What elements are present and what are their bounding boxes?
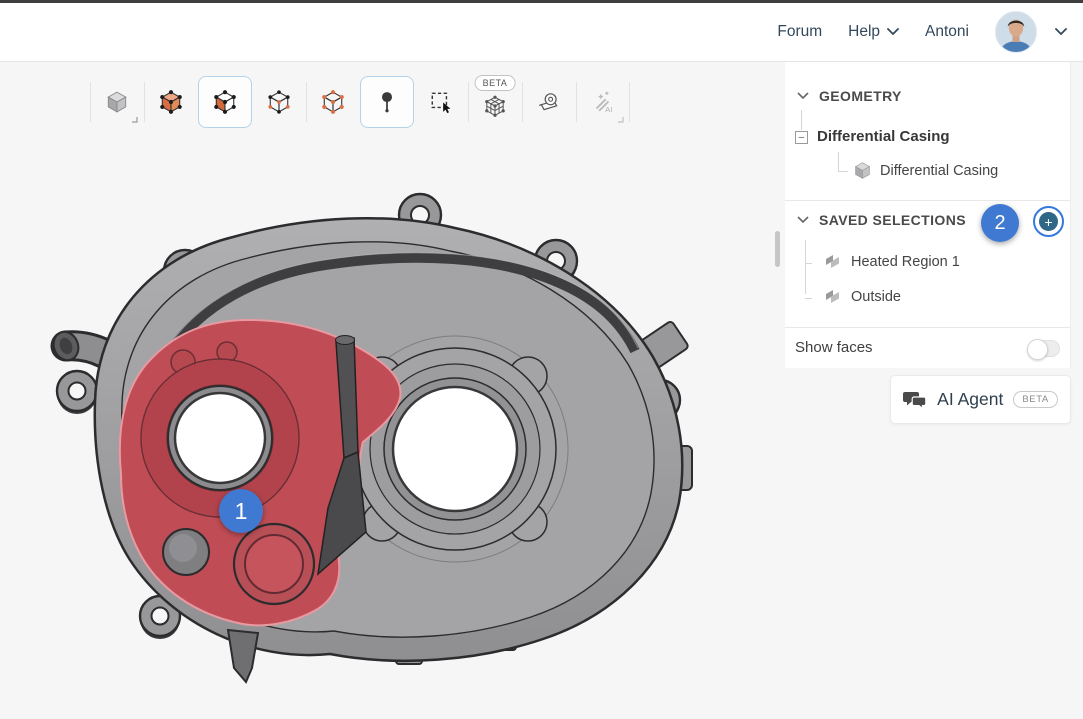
drain-tab[interactable]	[228, 630, 258, 682]
app-header: Forum Help Antoni	[0, 3, 1083, 62]
tree-connector	[805, 298, 812, 299]
toggle-knob	[1027, 339, 1048, 360]
hole-right[interactable]	[393, 387, 517, 511]
section-geometry[interactable]: GEOMETRY	[797, 88, 902, 104]
show-faces-label: Show faces	[795, 339, 873, 356]
model-differential-casing[interactable]	[0, 62, 785, 714]
expander-minus[interactable]: −	[795, 131, 808, 144]
geometry-title: GEOMETRY	[819, 88, 902, 104]
ai-agent-label: AI Agent	[937, 389, 1003, 410]
section-saved-selections[interactable]: SAVED SELECTIONS	[797, 212, 966, 228]
tree-connector	[838, 152, 839, 171]
tree-connector	[838, 171, 848, 172]
account-menu[interactable]	[1055, 23, 1067, 41]
tree-child-differential-casing[interactable]: Differential Casing	[853, 161, 998, 180]
panel-divider	[785, 200, 1070, 201]
tree-connector	[805, 263, 812, 264]
panel-resize-handle[interactable]	[775, 231, 780, 267]
hole-left[interactable]	[175, 393, 265, 483]
forum-link[interactable]: Forum	[777, 23, 822, 41]
panel-divider	[785, 327, 1070, 328]
ai-agent-button[interactable]: AI Agent BETA	[890, 375, 1071, 424]
faces-stack-icon	[823, 288, 843, 305]
scene-tree-panel: GEOMETRY − Differential Casing Different…	[785, 62, 1071, 368]
ai-agent-beta-badge: BETA	[1013, 391, 1058, 408]
help-menu[interactable]: Help	[848, 23, 899, 41]
annotation-step-1: 1	[219, 489, 263, 533]
tree-connector	[801, 110, 802, 130]
lower-boss[interactable]	[234, 524, 314, 604]
add-saved-selection-button[interactable]: +	[1033, 206, 1064, 237]
chevron-down-icon	[797, 216, 809, 224]
avatar-image	[996, 12, 1036, 52]
chevron-down-icon	[797, 92, 809, 100]
saved-selection-outside[interactable]: Outside	[823, 288, 901, 305]
plus-icon: +	[1039, 212, 1058, 231]
saved-selection-heated-region[interactable]: Heated Region 1	[823, 253, 960, 270]
avatar[interactable]	[995, 11, 1037, 53]
tree-root-differential-casing[interactable]: Differential Casing	[817, 128, 950, 145]
faces-stack-icon	[823, 253, 843, 270]
viewport-3d[interactable]	[0, 62, 785, 714]
chat-bubbles-icon	[903, 389, 927, 410]
tree-connector	[805, 240, 806, 294]
chevron-down-icon	[887, 28, 899, 36]
show-faces-toggle[interactable]	[1028, 340, 1060, 357]
chevron-down-icon	[1055, 28, 1067, 36]
saved-selections-title: SAVED SELECTIONS	[819, 212, 966, 228]
annotation-step-2: 2	[981, 204, 1019, 242]
cube-icon	[853, 161, 872, 180]
username-label: Antoni	[925, 23, 969, 41]
dome-boss[interactable]	[163, 529, 209, 575]
